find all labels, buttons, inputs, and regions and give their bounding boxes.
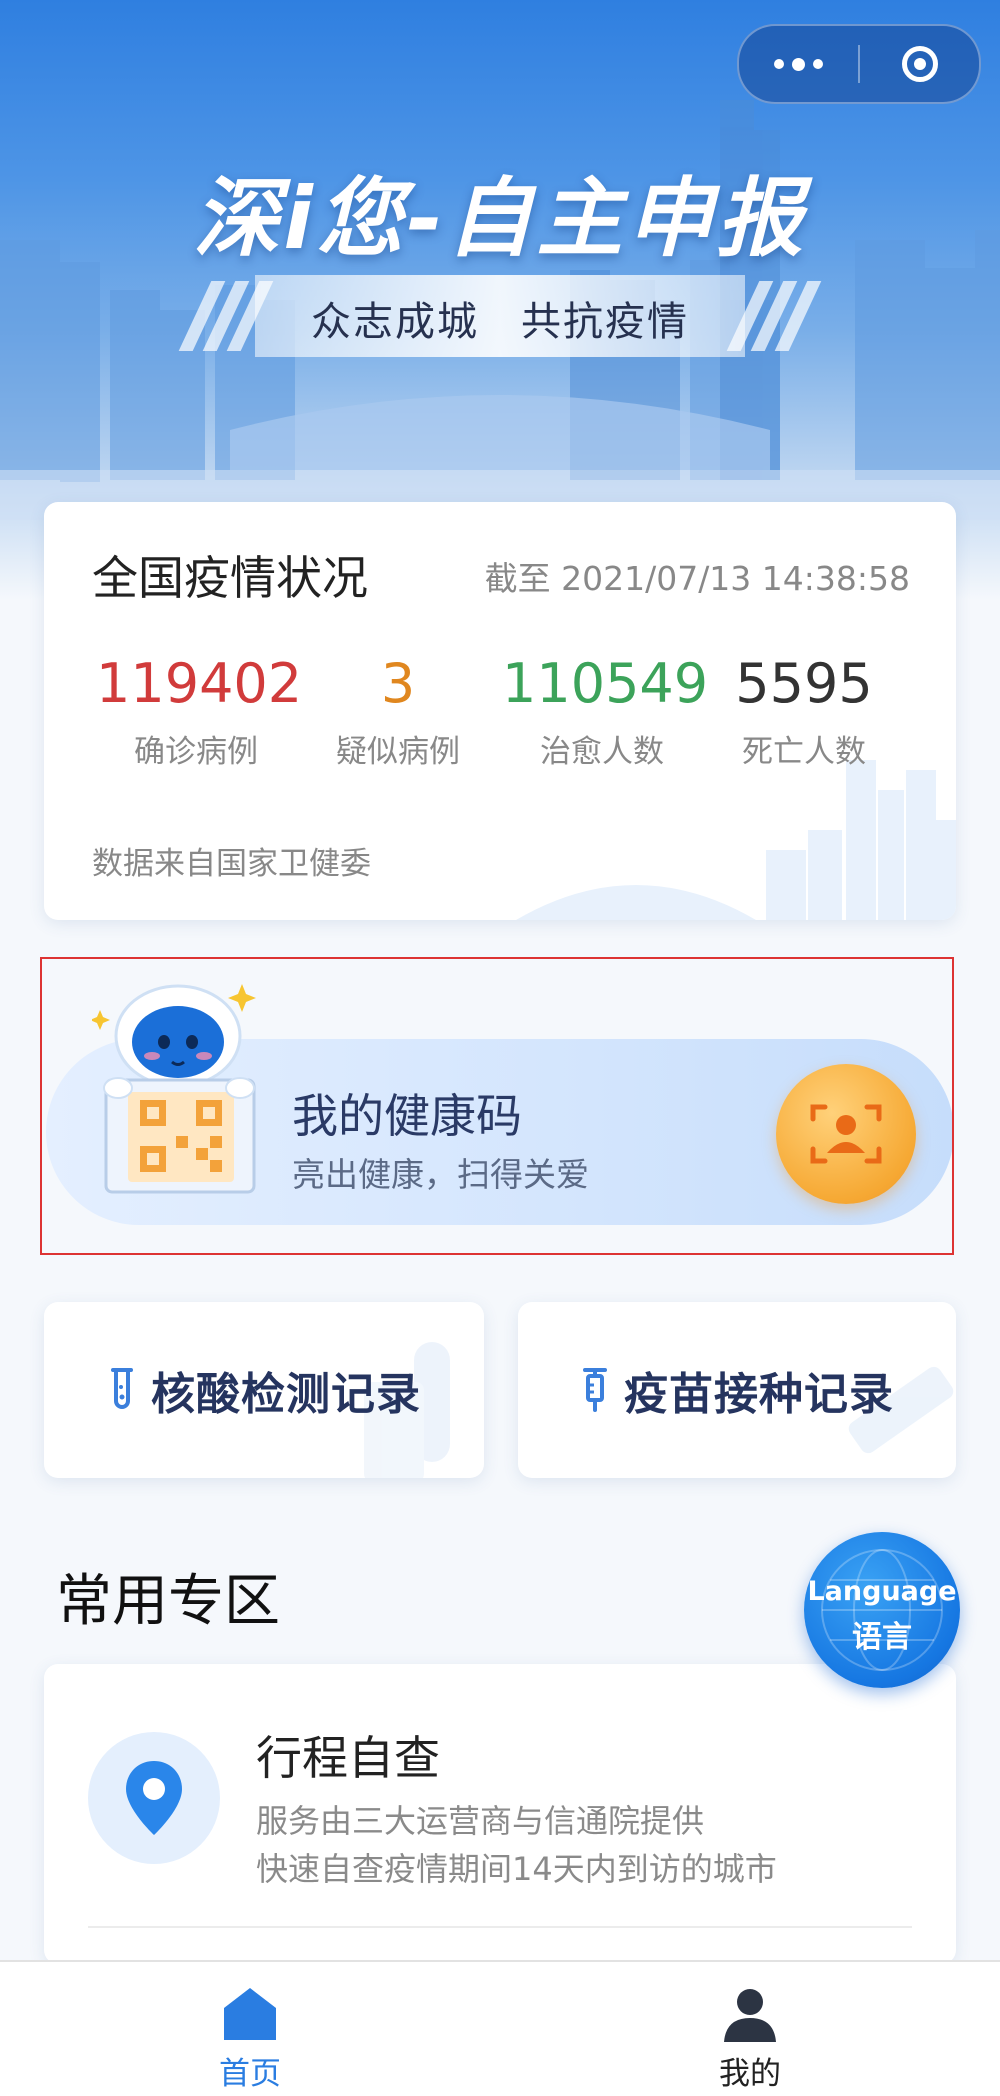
trip-icon-badge bbox=[88, 1732, 220, 1864]
home-icon bbox=[224, 1988, 276, 2040]
miniprogram-capsule bbox=[737, 24, 981, 104]
close-miniprogram-button[interactable] bbox=[860, 26, 979, 102]
globe-icon bbox=[821, 1549, 943, 1671]
slogan-text: 众志成城 共抗疫情 bbox=[311, 299, 689, 345]
app-title: 深i您-自主申报 bbox=[193, 169, 807, 269]
test-tube-icon bbox=[111, 1368, 133, 1409]
stat-label: 死亡人数 bbox=[742, 734, 866, 770]
stats-updated-time: 截至 2021/07/13 14:38:58 bbox=[484, 559, 910, 598]
tab-mine-label: 我的 bbox=[719, 2056, 781, 2092]
tab-mine[interactable]: 我的 bbox=[650, 1962, 850, 2096]
more-menu-button[interactable] bbox=[739, 26, 858, 102]
vaccine-record-label: 疫苗接种记录 bbox=[624, 1369, 894, 1420]
stats-title: 全国疫情状况 bbox=[92, 551, 368, 605]
stat-suspected: 3 疑似病例 bbox=[298, 650, 498, 771]
target-icon bbox=[901, 46, 938, 82]
stat-label: 疑似病例 bbox=[336, 734, 460, 770]
language-label-zh: 语言 bbox=[852, 1620, 912, 1655]
vaccine-record-button[interactable]: 疫苗接种记录 bbox=[518, 1302, 956, 1478]
stat-value: 110549 bbox=[502, 652, 709, 715]
tab-home-label: 首页 bbox=[219, 2056, 281, 2092]
language-label-en: Language bbox=[807, 1576, 957, 1607]
syringe-icon bbox=[583, 1368, 607, 1412]
nucleic-test-record-button[interactable]: 核酸检测记录 bbox=[44, 1302, 484, 1478]
data-source-note: 数据来自国家卫健委 bbox=[92, 846, 371, 882]
face-scan-button[interactable] bbox=[776, 1064, 916, 1204]
mascot-qr-illustration bbox=[92, 984, 256, 1194]
health-code-title: 我的健康码 bbox=[292, 1089, 522, 1143]
slogan-banner: 众志成城 共抗疫情 bbox=[178, 275, 822, 357]
trip-desc-line-1: 服务由三大运营商与信通院提供 bbox=[256, 1802, 705, 1840]
user-icon bbox=[724, 1989, 776, 2042]
stat-confirmed: 119402 确诊病例 bbox=[96, 650, 303, 771]
stat-label: 治愈人数 bbox=[540, 734, 664, 770]
common-section-title: 常用专区 bbox=[56, 1569, 280, 1634]
national-epidemic-card: 全国疫情状况 截至 2021/07/13 14:38:58 119402 确诊病… bbox=[44, 502, 956, 920]
trip-title: 行程自查 bbox=[256, 1731, 440, 1785]
stat-value: 5595 bbox=[735, 652, 873, 715]
stat-deaths: 5595 死亡人数 bbox=[704, 650, 904, 771]
face-scan-icon bbox=[810, 1104, 882, 1164]
trip-desc-line-2: 快速自查疫情期间14天内到访的城市 bbox=[256, 1850, 777, 1888]
stat-recovered: 110549 治愈人数 bbox=[502, 650, 709, 771]
tab-home[interactable]: 首页 bbox=[150, 1962, 350, 2096]
stat-value: 119402 bbox=[96, 652, 303, 715]
item-divider bbox=[88, 1926, 912, 1928]
stat-label: 确诊病例 bbox=[134, 734, 258, 770]
nucleic-test-record-label: 核酸检测记录 bbox=[151, 1369, 421, 1420]
health-code-subtitle: 亮出健康，扫得关爱 bbox=[292, 1155, 589, 1194]
trip-self-check-item[interactable]: 行程自查 服务由三大运营商与信通院提供 快速自查疫情期间14天内到访的城市 bbox=[44, 1664, 956, 1964]
bottom-tab-bar: 首页 我的 bbox=[0, 1960, 1000, 2096]
stat-value: 3 bbox=[380, 652, 416, 715]
language-button[interactable]: Language 语言 bbox=[804, 1532, 960, 1688]
location-pin-icon bbox=[126, 1761, 182, 1835]
